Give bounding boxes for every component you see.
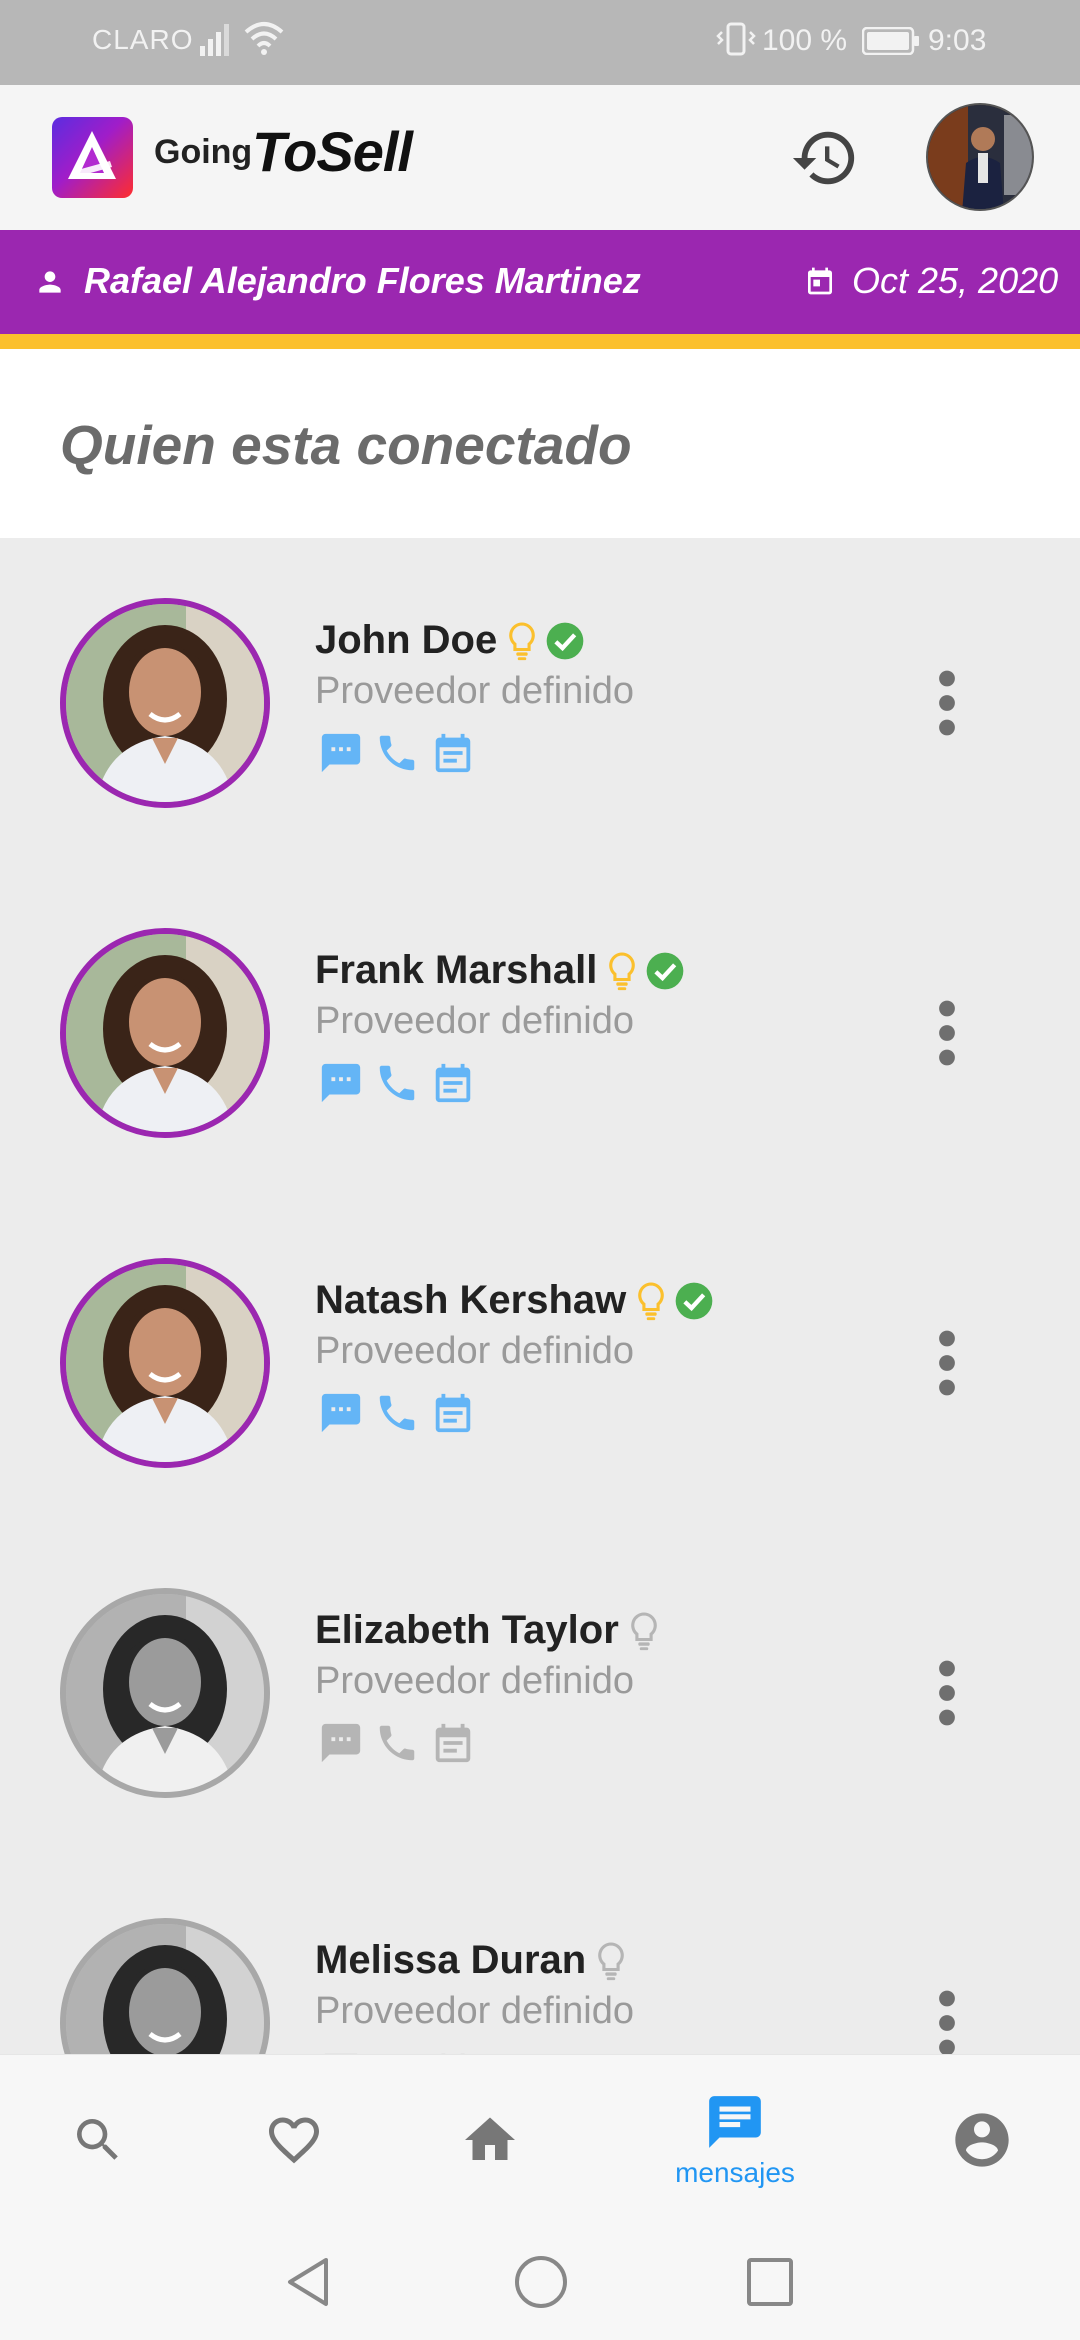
contact-avatar[interactable]	[60, 598, 270, 808]
contact-row[interactable]: Natash Kershaw Proveedor definido	[0, 1198, 1080, 1528]
contact-role: Proveedor definido	[315, 1000, 634, 1042]
back-icon[interactable]	[282, 2254, 334, 2310]
search-icon	[77, 2119, 118, 2160]
schedule-icon[interactable]	[430, 1390, 476, 1436]
user-name: Rafael Alejandro Flores Martinez	[84, 260, 641, 301]
user-bar: Rafael Alejandro Flores Martinez Oct 25,…	[0, 230, 1080, 334]
carrier-label: CLARO	[92, 24, 194, 55]
verified-check-icon	[675, 1282, 713, 1319]
more-options-icon[interactable]	[930, 1328, 964, 1398]
battery-icon	[862, 27, 919, 55]
chat-icon[interactable]	[318, 1060, 364, 1106]
message-icon	[709, 2096, 761, 2148]
calendar-icon	[808, 267, 832, 295]
section-title: Quien esta conectado	[60, 414, 632, 476]
home-icon	[465, 2117, 515, 2160]
recents-icon[interactable]	[745, 2254, 795, 2310]
app-logo-icon	[52, 117, 133, 198]
lightbulb-icon	[609, 951, 636, 990]
nav-search[interactable]	[58, 2055, 138, 2225]
app-header: Going ToSell	[0, 85, 1080, 230]
nav-messages-label: mensajes	[675, 2157, 795, 2188]
lightbulb-icon	[598, 1941, 624, 1980]
contact-name: Melissa Duran	[315, 1938, 587, 1982]
vibrate-icon	[716, 22, 756, 56]
battery-percent: 100 %	[762, 24, 848, 57]
lightbulb-icon	[631, 1611, 657, 1650]
nav-messages[interactable]: mensajes	[660, 2055, 810, 2225]
more-options-icon[interactable]	[930, 1658, 964, 1728]
clock: 9:03	[928, 24, 987, 57]
logo-text-tosell: ToSell	[252, 120, 413, 183]
current-date: Oct 25, 2020	[852, 260, 1059, 301]
verified-check-icon	[646, 952, 684, 989]
history-icon[interactable]	[790, 123, 860, 193]
contact-name: Natash Kershaw	[315, 1278, 627, 1322]
person-icon	[39, 271, 61, 293]
contact-role: Proveedor definido	[315, 1330, 634, 1372]
phone-icon[interactable]	[374, 1720, 420, 1766]
status-bar: CLARO 100 % 9:03	[0, 0, 1080, 85]
logo-text-going: Going	[154, 133, 253, 171]
bottom-navigation: mensajes	[0, 2054, 1080, 2224]
contact-row[interactable]: John Doe Proveedor definido	[0, 538, 1080, 868]
more-options-icon[interactable]	[930, 668, 964, 738]
contact-avatar[interactable]	[60, 928, 270, 1138]
nav-home[interactable]	[450, 2055, 530, 2225]
contact-name: Elizabeth Taylor	[315, 1608, 619, 1652]
wifi-icon	[244, 22, 284, 55]
contact-row[interactable]: Melissa Duran Proveedor definido	[0, 1858, 1080, 2054]
contact-avatar[interactable]	[60, 1918, 270, 2054]
home-circle-icon[interactable]	[513, 2254, 569, 2310]
chat-icon[interactable]	[318, 1390, 364, 1436]
section-header: Quien esta conectado	[0, 349, 1080, 538]
account-circle-icon	[955, 2113, 1009, 2167]
phone-icon[interactable]	[374, 1390, 420, 1436]
more-options-icon[interactable]	[930, 998, 964, 1068]
nav-favorites[interactable]	[254, 2055, 334, 2225]
phone-icon[interactable]	[374, 730, 420, 776]
chat-icon[interactable]	[318, 1720, 364, 1766]
heart-icon	[269, 2117, 319, 2164]
nav-profile[interactable]	[942, 2055, 1022, 2225]
phone-icon[interactable]	[374, 1060, 420, 1106]
chat-icon[interactable]	[318, 730, 364, 776]
verified-check-icon	[546, 622, 584, 659]
contact-name: Frank Marshall	[315, 948, 598, 992]
system-navigation-bar	[0, 2224, 1080, 2340]
more-options-icon[interactable]	[930, 1988, 964, 2054]
schedule-icon[interactable]	[430, 1720, 476, 1766]
signal-icon	[200, 24, 229, 56]
contact-role: Proveedor definido	[315, 1990, 634, 2032]
contact-row[interactable]: Frank Marshall Proveedor definido	[0, 868, 1080, 1198]
contact-avatar[interactable]	[60, 1258, 270, 1468]
contact-role: Proveedor definido	[315, 670, 634, 712]
contact-list[interactable]: John Doe Proveedor definido Frank Marsha…	[0, 538, 1080, 2054]
contact-role: Proveedor definido	[315, 1660, 634, 1702]
contact-row[interactable]: Elizabeth Taylor Proveedor definido	[0, 1528, 1080, 1858]
profile-avatar[interactable]	[926, 103, 1034, 211]
accent-divider	[0, 334, 1080, 349]
contact-name: John Doe	[315, 618, 498, 662]
lightbulb-icon	[638, 1281, 664, 1320]
schedule-icon[interactable]	[430, 1060, 476, 1106]
contact-avatar[interactable]	[60, 1588, 270, 1798]
lightbulb-icon	[509, 621, 535, 660]
schedule-icon[interactable]	[430, 730, 476, 776]
